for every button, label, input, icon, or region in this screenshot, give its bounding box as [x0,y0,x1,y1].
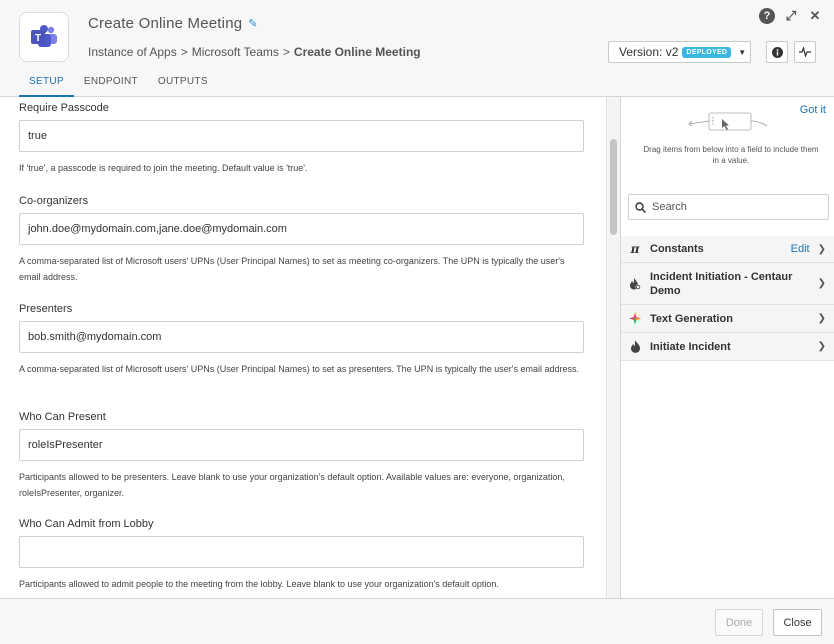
list-item-label: Constants [650,243,704,255]
breadcrumb-item-app[interactable]: Microsoft Teams [192,45,279,59]
chevron-right-icon: ❯ [817,341,826,352]
svg-text:T: T [35,33,41,44]
list-item-label: Incident Initiation - Centaur Demo [650,270,793,297]
field-help: A comma-separated list of Microsoft user… [19,256,565,282]
list-item-text-generation[interactable]: Text Generation ❯ [621,305,834,333]
list-item-label: Text Generation [650,312,733,325]
field-who-can-admit: Who Can Admit from Lobby Participants al… [19,518,584,592]
sparkle-icon [629,312,641,325]
edit-constants-link[interactable]: Edit [791,243,810,255]
list-item-initiate-incident[interactable]: Initiate Incident ❯ [621,333,834,361]
pi-icon: π [630,242,640,256]
field-who-can-present: Who Can Present roleIsPresenter Particip… [19,411,584,501]
done-button[interactable]: Done [715,609,763,636]
breadcrumb-item-instance[interactable]: Instance of Apps [88,45,177,59]
field-label: Who Can Present [19,411,106,423]
field-label: Presenters [19,303,73,315]
require-passcode-input[interactable]: true [19,120,584,152]
deployed-badge: DEPLOYED [682,46,732,58]
field-co-organizers: Co-organizers john.doe@mydomain.com,jane… [19,195,584,285]
form-scrollbar[interactable] [606,97,620,598]
list-item-constants[interactable]: π Constants Edit ❯ [621,236,834,263]
close-button[interactable]: Close [773,609,822,636]
tab-bar: SETUP ENDPOINT OUTPUTS [19,70,218,97]
field-help: A comma-separated list of Microsoft user… [19,364,579,374]
field-presenters: Presenters bob.smith@mydomain.com A comm… [19,303,584,377]
variables-panel: Got it Drag items from below into a fiel… [620,97,834,598]
co-organizers-input[interactable]: john.doe@mydomain.com,jane.doe@mydomain.… [19,213,584,245]
got-it-link[interactable]: Got it [800,104,826,116]
chevron-right-icon: ❯ [817,243,826,255]
drag-illustration-icon [688,112,768,131]
pulse-icon [799,47,811,57]
who-can-admit-input[interactable] [19,536,584,568]
breadcrumb-separator: > [180,45,188,59]
breadcrumb-separator: > [282,45,290,59]
activity-button[interactable] [794,41,816,63]
header: T Create Online Meeting ✎ Instance of Ap… [0,0,834,97]
footer: Done Close [0,598,834,644]
field-help: If 'true', a passcode is required to joi… [19,163,308,173]
page-title: Create Online Meeting ✎ [88,15,258,32]
info-button[interactable] [766,41,788,63]
edit-pencil-icon[interactable]: ✎ [248,17,257,30]
window-controls: ? ⤢ ✕ [759,8,823,24]
info-icon [771,46,783,58]
variables-list: π Constants Edit ❯ Incident Initiation -… [621,236,834,361]
field-label: Require Passcode [19,102,109,114]
field-require-passcode: Require Passcode true If 'true', a passc… [19,102,584,176]
search-icon [635,201,646,213]
tab-outputs[interactable]: OUTPUTS [148,70,218,97]
expand-icon[interactable]: ⤢ [783,8,799,24]
field-label: Co-organizers [19,195,89,207]
microsoft-teams-logo-icon: T [19,12,69,62]
version-dropdown[interactable]: Version: v2 DEPLOYED ▼ [608,41,751,63]
breadcrumb: Instance of Apps > Microsoft Teams > Create … [88,45,421,59]
form-area: Require Passcode true If 'true', a passc… [0,97,606,598]
version-label: Version: v2 [619,45,679,59]
field-help: Participants allowed to admit people to … [19,579,499,589]
presenters-input[interactable]: bob.smith@mydomain.com [19,321,584,353]
flame-icon [629,340,641,353]
chevron-right-icon: ❯ [817,278,826,289]
breadcrumb-current: Create Online Meeting [293,45,421,59]
tab-endpoint[interactable]: ENDPOINT [74,70,148,97]
field-label: Who Can Admit from Lobby [19,518,154,530]
drag-hint-text: Drag items from below into a field to in… [643,145,819,165]
scrollbar-thumb[interactable] [610,139,617,235]
help-icon[interactable]: ? [759,8,775,24]
flame-gear-icon [629,277,641,290]
tab-setup[interactable]: SETUP [19,70,74,97]
list-item-incident-initiation[interactable]: Incident Initiation - Centaur Demo ❯ [621,263,834,305]
chevron-down-icon: ▼ [738,47,747,57]
chevron-right-icon: ❯ [817,313,826,324]
field-help: Participants allowed to be presenters. L… [19,472,565,498]
who-can-present-input[interactable]: roleIsPresenter [19,429,584,461]
close-icon[interactable]: ✕ [807,8,823,24]
page-title-text: Create Online Meeting [88,15,243,32]
search-box[interactable] [628,194,829,220]
list-item-label: Initiate Incident [650,340,731,353]
search-input[interactable] [652,201,822,213]
